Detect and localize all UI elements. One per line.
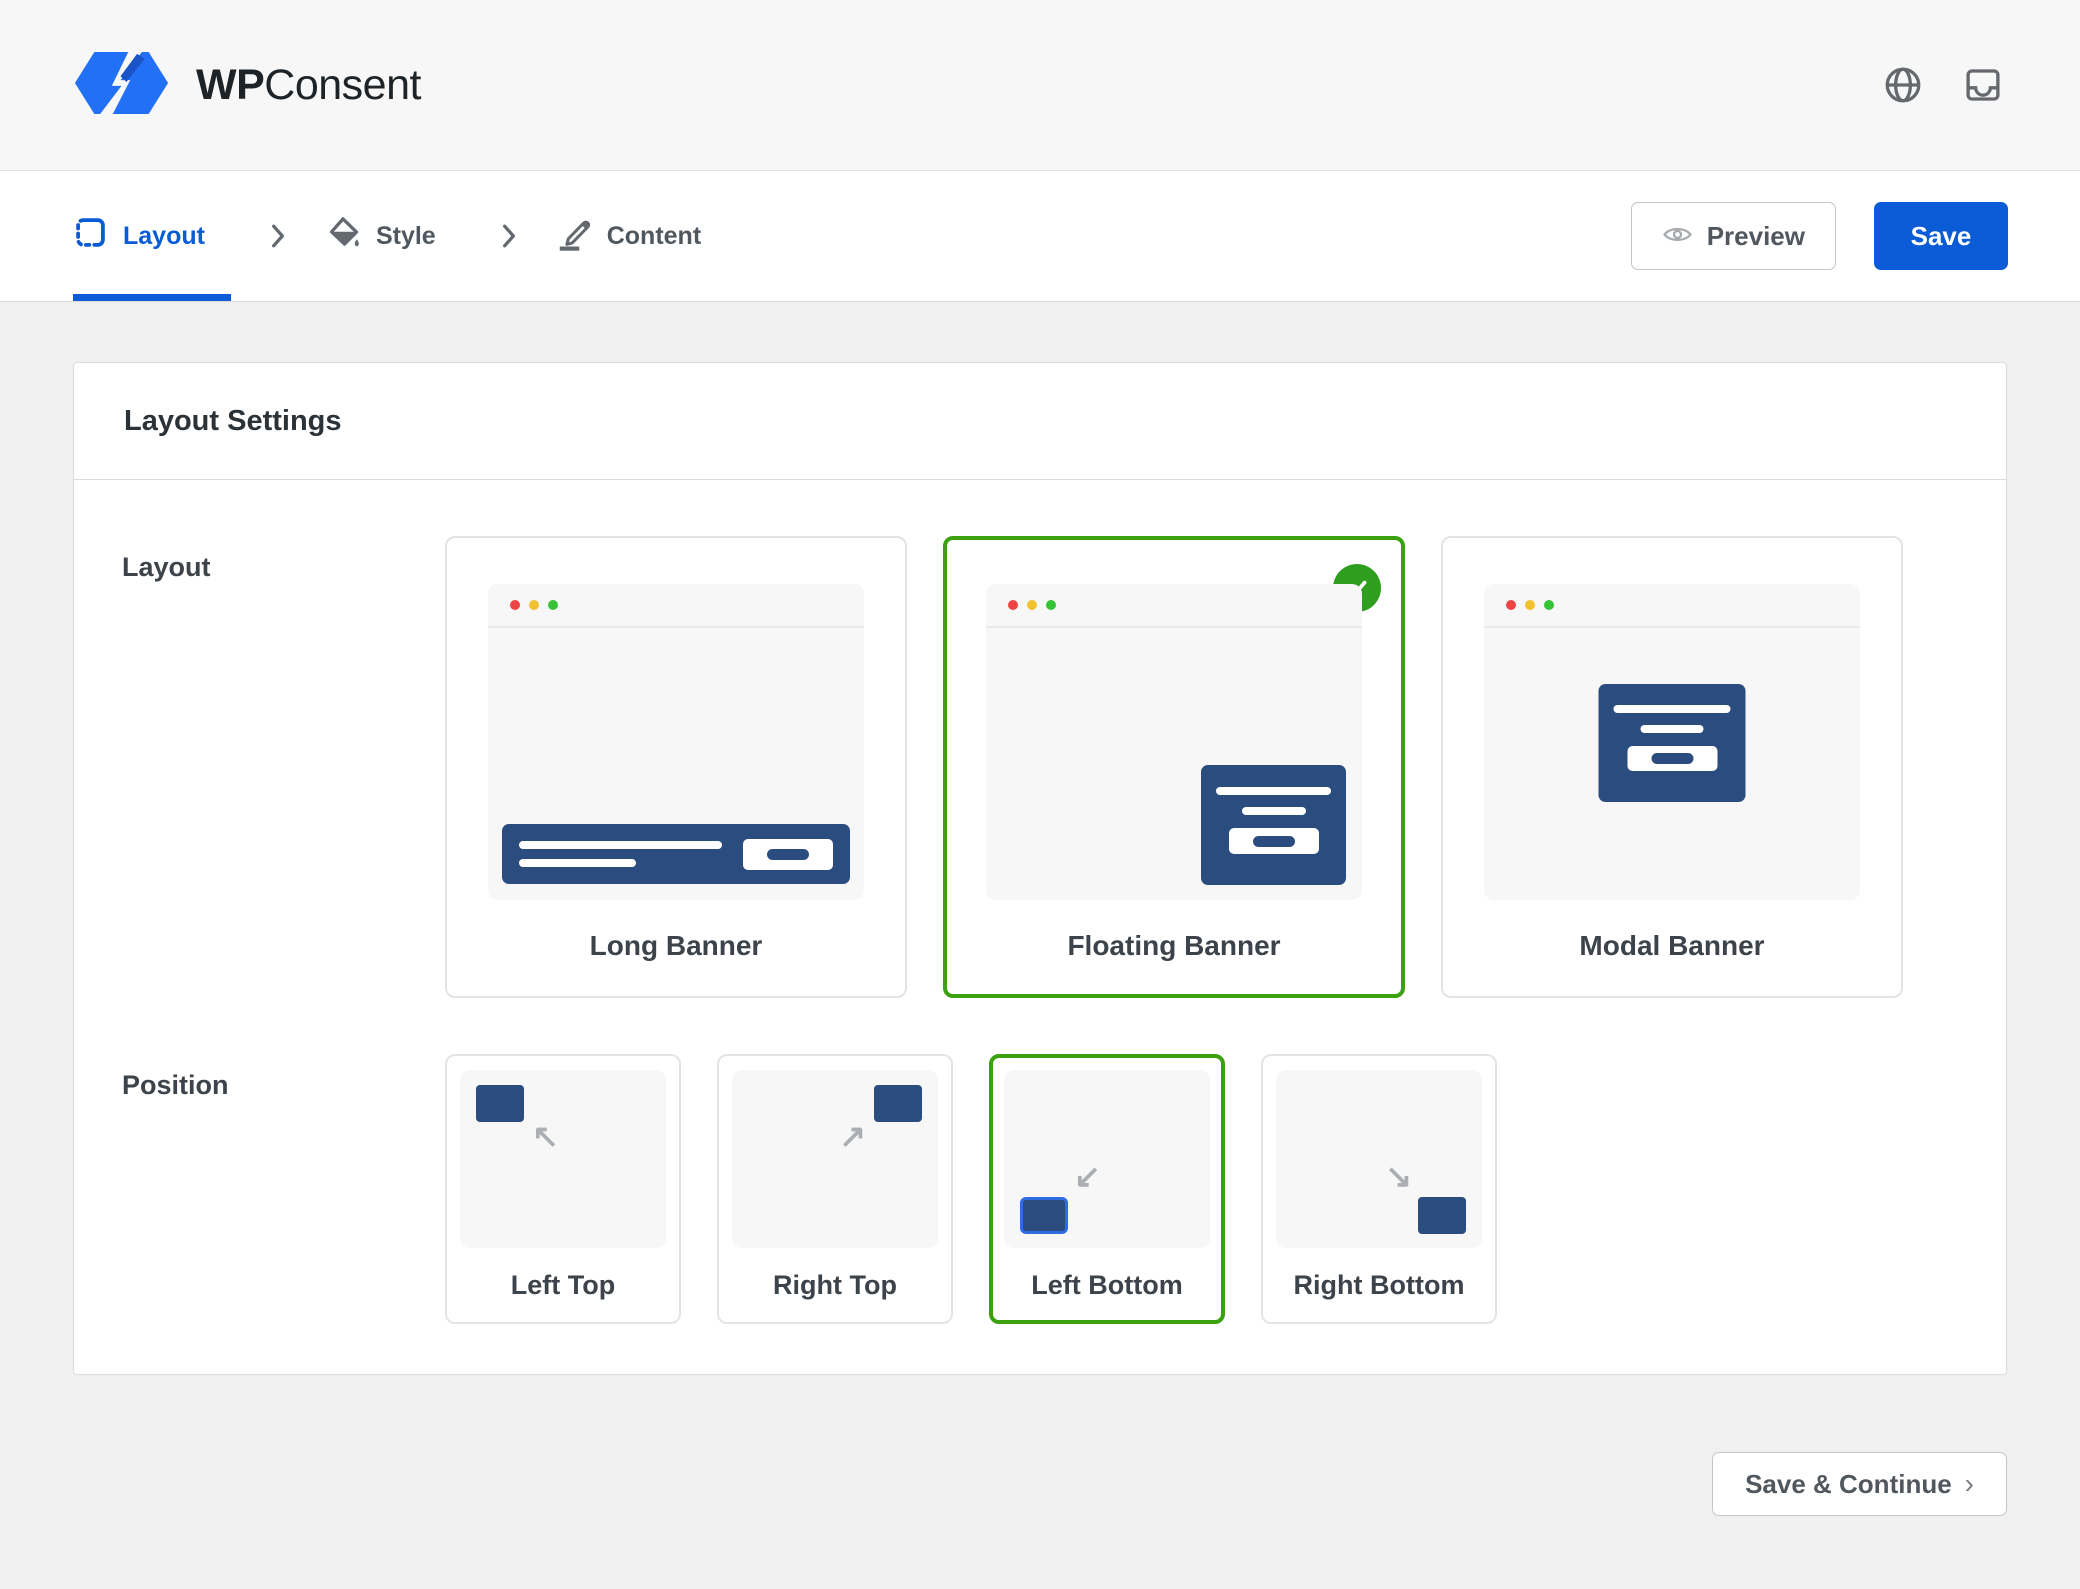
brand-name-bold: WP bbox=[196, 61, 264, 109]
position-option-left-bottom[interactable]: ↙ Left Bottom bbox=[989, 1054, 1225, 1324]
save-and-continue-button[interactable]: Save & Continue › bbox=[1712, 1452, 2007, 1516]
save-button[interactable]: Save bbox=[1874, 202, 2008, 270]
position-option-right-bottom[interactable]: ↘ Right Bottom bbox=[1261, 1054, 1497, 1324]
window-dot-green-icon bbox=[1544, 600, 1554, 610]
inbox-icon[interactable] bbox=[1962, 64, 2004, 106]
window-dot-green-icon bbox=[1046, 600, 1056, 610]
window-dot-red-icon bbox=[1008, 600, 1018, 610]
position-option-right-top[interactable]: ↗ Right Top bbox=[717, 1054, 953, 1324]
position-option-label: Right Bottom bbox=[1263, 1270, 1495, 1301]
layout-tab-icon bbox=[73, 215, 108, 257]
browser-mockup bbox=[488, 584, 864, 900]
layout-row-label: Layout bbox=[122, 536, 445, 998]
banner-position-rect bbox=[476, 1085, 524, 1122]
modal-banner-graphic bbox=[1599, 684, 1746, 802]
floating-banner-graphic bbox=[1201, 765, 1346, 885]
position-screen: ↗ bbox=[732, 1070, 938, 1248]
chevron-right-icon: › bbox=[1965, 1468, 1974, 1500]
app-header: WPConsent bbox=[0, 0, 2080, 171]
layout-option-floating-banner[interactable]: Floating Banner bbox=[943, 536, 1405, 998]
window-dot-green-icon bbox=[548, 600, 558, 610]
position-screen: ↙ bbox=[1004, 1070, 1210, 1248]
wpconsent-logo-icon bbox=[73, 50, 170, 121]
window-dot-yellow-icon bbox=[529, 600, 539, 610]
layout-settings-panel: Layout Settings Layout bbox=[73, 362, 2007, 1375]
arrow-down-right-icon: ↘ bbox=[1385, 1160, 1412, 1192]
main-content: Layout Settings Layout bbox=[0, 302, 2080, 1516]
style-tab-icon bbox=[325, 215, 361, 258]
layout-setting-row: Layout bbox=[122, 536, 1958, 998]
banner-position-rect bbox=[874, 1085, 922, 1122]
position-setting-row: Position ↖ Left Top ↗ bbox=[122, 1054, 1958, 1324]
chevron-right-icon bbox=[502, 224, 516, 248]
eye-icon bbox=[1662, 221, 1693, 252]
layout-option-label: Long Banner bbox=[590, 930, 763, 962]
tab-content-label: Content bbox=[607, 222, 701, 251]
content-tab-icon bbox=[556, 215, 592, 258]
globe-icon[interactable] bbox=[1882, 64, 1924, 106]
chevron-right-icon bbox=[271, 224, 285, 248]
brand: WPConsent bbox=[73, 50, 421, 121]
position-screen: ↘ bbox=[1276, 1070, 1482, 1248]
arrow-down-left-icon: ↙ bbox=[1074, 1160, 1101, 1192]
window-dot-red-icon bbox=[1506, 600, 1516, 610]
layout-option-long-banner[interactable]: Long Banner bbox=[445, 536, 907, 998]
browser-mockup bbox=[1484, 584, 1860, 900]
banner-position-rect bbox=[1020, 1197, 1068, 1234]
browser-mockup bbox=[986, 584, 1362, 900]
tab-style[interactable]: Style bbox=[325, 171, 462, 301]
window-dot-red-icon bbox=[510, 600, 520, 610]
panel-title: Layout Settings bbox=[124, 405, 342, 438]
preview-button-label: Preview bbox=[1707, 221, 1805, 252]
long-banner-graphic bbox=[502, 824, 850, 884]
position-option-left-top[interactable]: ↖ Left Top bbox=[445, 1054, 681, 1324]
layout-option-modal-banner[interactable]: Modal Banner bbox=[1441, 536, 1903, 998]
window-dot-yellow-icon bbox=[1027, 600, 1037, 610]
layout-option-label: Floating Banner bbox=[1067, 930, 1280, 962]
tab-layout[interactable]: Layout bbox=[73, 171, 231, 301]
brand-name-rest: Consent bbox=[264, 61, 421, 109]
arrow-up-right-icon: ↗ bbox=[839, 1120, 866, 1152]
position-row-label: Position bbox=[122, 1054, 445, 1324]
tab-content[interactable]: Content bbox=[556, 171, 727, 301]
layout-option-label: Modal Banner bbox=[1579, 930, 1764, 962]
position-option-label: Left Bottom bbox=[993, 1270, 1221, 1301]
banner-position-rect bbox=[1418, 1197, 1466, 1234]
save-and-continue-label: Save & Continue bbox=[1745, 1469, 1952, 1500]
position-option-label: Left Top bbox=[447, 1270, 679, 1301]
preview-button[interactable]: Preview bbox=[1631, 202, 1836, 270]
tab-style-label: Style bbox=[376, 222, 436, 251]
save-button-label: Save bbox=[1911, 221, 1972, 252]
settings-tab-bar: Layout Style bbox=[0, 171, 2080, 302]
window-dot-yellow-icon bbox=[1525, 600, 1535, 610]
position-option-label: Right Top bbox=[719, 1270, 951, 1301]
position-screen: ↖ bbox=[460, 1070, 666, 1248]
arrow-up-left-icon: ↖ bbox=[532, 1120, 559, 1152]
tab-layout-label: Layout bbox=[123, 222, 205, 251]
brand-name: WPConsent bbox=[196, 61, 421, 110]
